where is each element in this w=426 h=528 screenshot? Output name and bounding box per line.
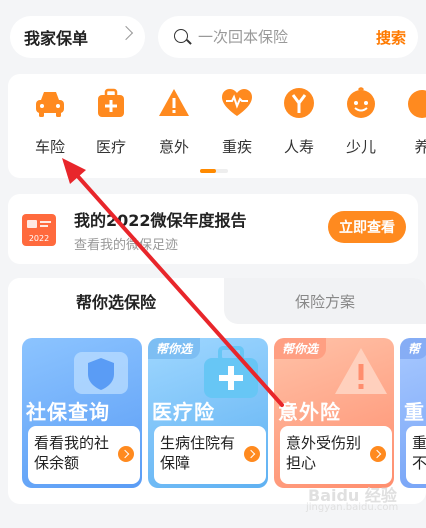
- chevron-right-icon: [118, 25, 134, 41]
- card-arrow-icon: [370, 446, 386, 462]
- shield-icon: [74, 352, 128, 394]
- card-body: 重不: [406, 426, 426, 484]
- elder-icon: [405, 86, 426, 120]
- card-title: 医疗险: [152, 400, 215, 424]
- tab-choose-insurance[interactable]: 帮你选保险: [8, 278, 224, 324]
- heart-pulse-icon: [220, 86, 254, 120]
- category-strip: 车险 医疗 意外 重疾 人寿 少儿 养: [8, 74, 426, 178]
- category-medical[interactable]: 医疗: [83, 86, 139, 157]
- card-critical-illness[interactable]: 帮 重 重不: [400, 338, 426, 488]
- card-social-security[interactable]: 社保查询 看看我的社保余额: [22, 338, 142, 488]
- card-description: 重不: [412, 434, 426, 472]
- category-label: 重疾: [221, 138, 252, 156]
- category-label: 车险: [34, 138, 65, 156]
- card-badge: 帮你选: [274, 338, 327, 359]
- scroll-indicator: [200, 169, 228, 173]
- view-now-button[interactable]: 立即查看: [328, 211, 406, 243]
- search-button[interactable]: 搜索: [376, 27, 406, 48]
- category-label: 意外: [158, 138, 189, 156]
- category-life[interactable]: 人寿: [271, 86, 327, 157]
- card-title: 社保查询: [26, 400, 110, 424]
- card-accident[interactable]: 帮你选 意外险 意外受伤别担心: [274, 338, 394, 488]
- insurance-picker: 帮你选保险 保险方案 社保查询 看看我的社保余额 帮你选 医疗险 生病住院有保障…: [8, 278, 426, 504]
- category-car[interactable]: 车险: [22, 86, 78, 157]
- medical-kit-icon: [204, 346, 258, 398]
- card-badge: 帮: [400, 338, 426, 359]
- report-icon: 2022: [20, 212, 60, 248]
- search-input[interactable]: [198, 26, 348, 48]
- category-label: 医疗: [95, 138, 126, 156]
- card-body: 意外受伤别担心: [280, 426, 392, 484]
- category-label: 养: [414, 138, 426, 156]
- card-description: 看看我的社保余额: [34, 434, 110, 472]
- card-body: 生病住院有保障: [154, 426, 266, 484]
- family-policy-label: 我家保单: [24, 29, 89, 48]
- report-title: 我的2022微保年度报告: [74, 211, 247, 230]
- card-title: 意外险: [278, 400, 341, 424]
- category-accident[interactable]: 意外: [146, 86, 202, 157]
- car-icon: [33, 86, 67, 120]
- search-icon: [174, 29, 188, 43]
- warning-icon: [157, 86, 191, 120]
- category-label: 人寿: [283, 138, 314, 156]
- category-label: 少儿: [345, 138, 376, 156]
- card-medical[interactable]: 帮你选 医疗险 生病住院有保障: [148, 338, 268, 488]
- family-policy-button[interactable]: 我家保单: [10, 16, 145, 58]
- card-badge: 帮你选: [148, 338, 201, 359]
- card-title: 重: [404, 400, 425, 424]
- category-critical-illness[interactable]: 重疾: [209, 86, 265, 157]
- card-arrow-icon: [244, 446, 260, 462]
- report-subtitle: 查看我的微保足迹: [74, 238, 179, 253]
- card-arrow-icon: [118, 446, 134, 462]
- search-bar[interactable]: 搜索: [158, 16, 418, 58]
- coin-tree-icon: [282, 86, 316, 120]
- card-body: 看看我的社保余额: [28, 426, 140, 484]
- warning-icon: [335, 348, 387, 394]
- watermark-url: jingyan.baidu.com: [306, 502, 399, 513]
- category-pension[interactable]: 养: [394, 86, 426, 157]
- child-face-icon: [344, 86, 378, 120]
- annual-report-banner[interactable]: 2022 我的2022微保年度报告 查看我的微保足迹 立即查看: [8, 194, 418, 264]
- card-description: 生病住院有保障: [160, 434, 236, 472]
- picker-tabs: 帮你选保险 保险方案: [8, 278, 426, 324]
- report-icon-year: 2022: [29, 234, 49, 243]
- card-description: 意外受伤别担心: [286, 434, 362, 472]
- top-bar: 我家保单 搜索: [0, 0, 426, 72]
- tab-insurance-plans[interactable]: 保险方案: [224, 278, 426, 324]
- medical-kit-icon: [94, 86, 128, 120]
- category-children[interactable]: 少儿: [333, 86, 389, 157]
